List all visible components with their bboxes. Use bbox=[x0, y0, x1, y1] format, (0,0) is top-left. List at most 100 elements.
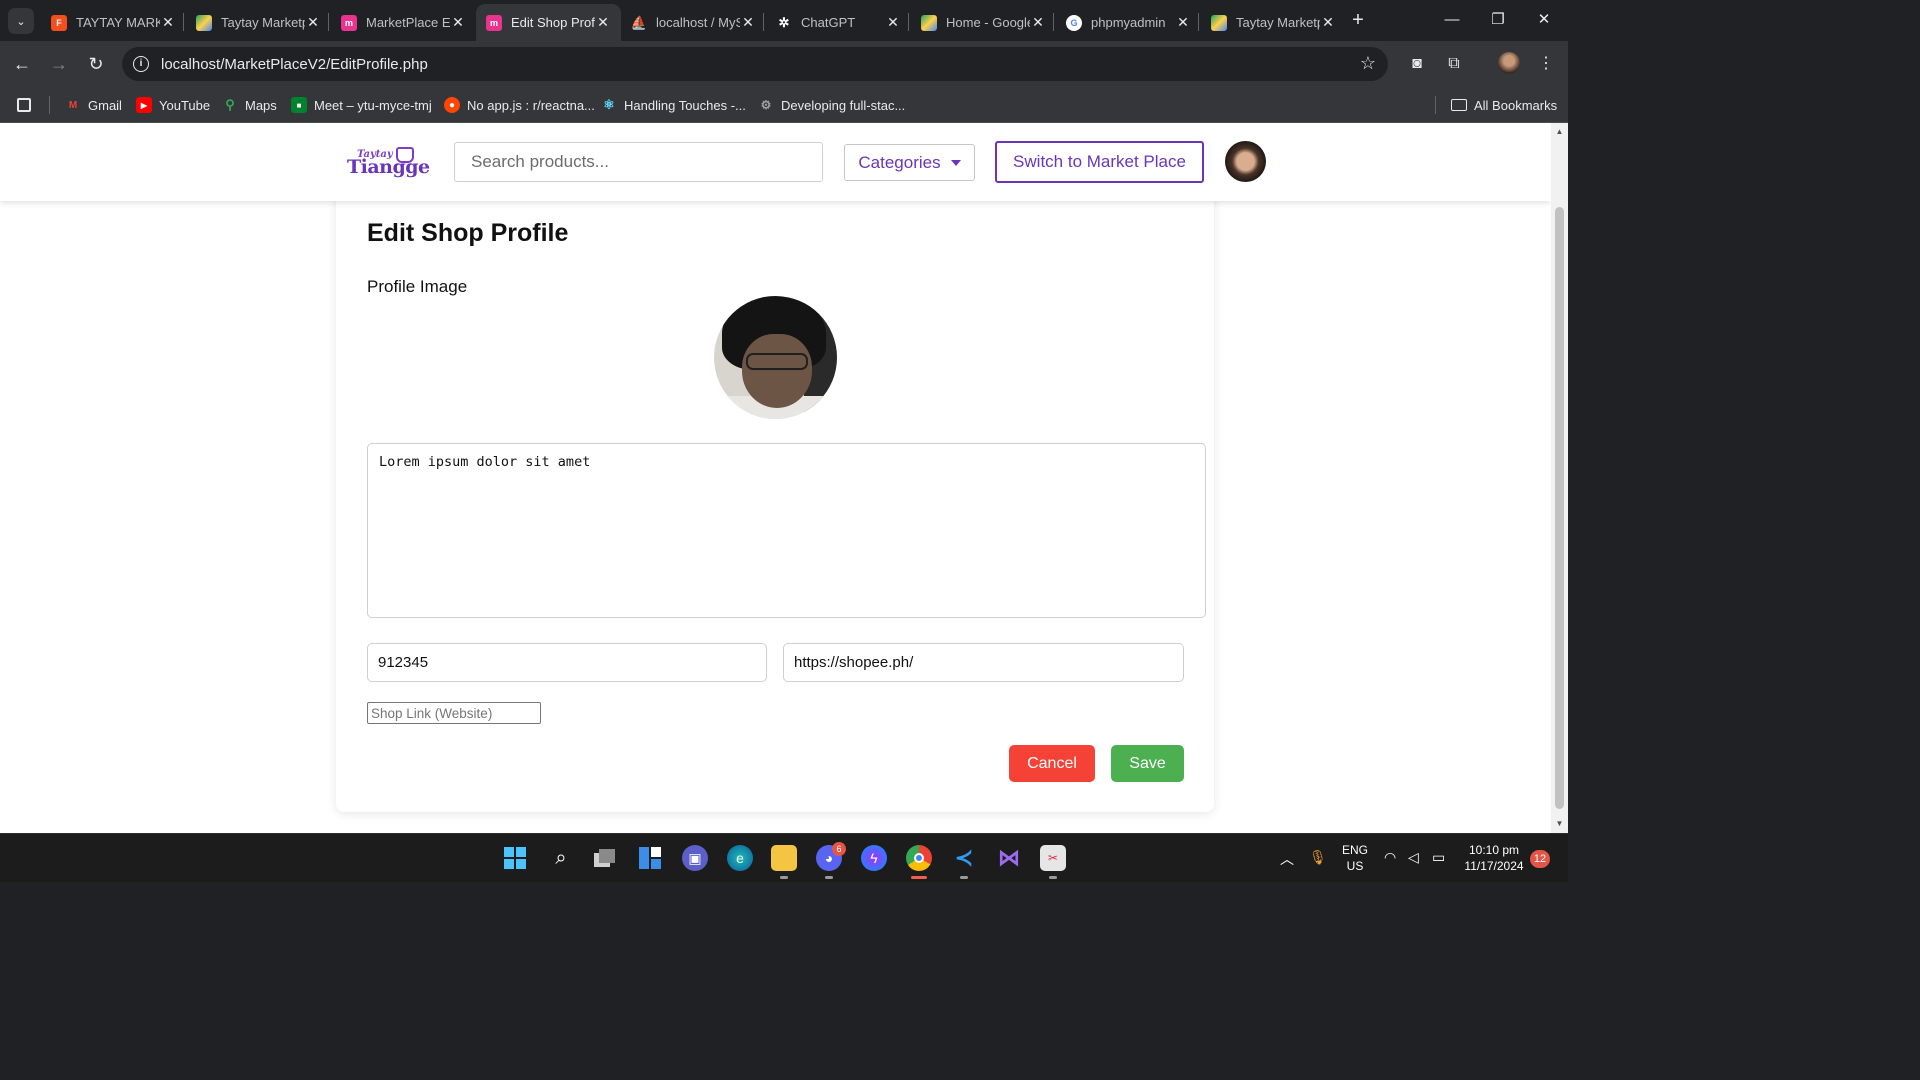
tab-strip: ⌄ F TAYTAY MARKETPLACE ✕ Taytay Marketpl… bbox=[0, 0, 1568, 41]
meet-icon: ■ bbox=[291, 97, 307, 113]
visual-studio-icon[interactable]: ⋈ bbox=[996, 845, 1022, 871]
language-indicator[interactable]: ENG US bbox=[1338, 842, 1372, 874]
bookmark-gmail[interactable]: M Gmail bbox=[65, 95, 122, 115]
bookmark-meet[interactable]: ■ Meet – ytu-myce-tmj bbox=[291, 95, 432, 115]
profile-avatar[interactable] bbox=[1498, 52, 1520, 74]
chrome-icon[interactable] bbox=[906, 845, 932, 871]
bookmark-reddit[interactable]: ● No app.js : r/reactna... bbox=[444, 95, 595, 115]
tab-taytay-marketplace-2[interactable]: Taytay Marketplace ✕ bbox=[1201, 4, 1346, 41]
extensions-icon[interactable]: ⧉ bbox=[1443, 53, 1465, 75]
bookmark-devto[interactable]: ⚙ Developing full-stac... bbox=[758, 95, 906, 115]
close-icon[interactable]: ✕ bbox=[1320, 14, 1336, 31]
glasses bbox=[746, 353, 808, 370]
new-tab-button[interactable]: + bbox=[1348, 10, 1368, 30]
forward-icon[interactable]: → bbox=[47, 52, 71, 76]
snipping-tool-icon[interactable]: ✂ bbox=[1040, 845, 1066, 871]
close-icon[interactable]: ✕ bbox=[450, 14, 466, 31]
address-bar[interactable]: i localhost/MarketPlaceV2/EditProfile.ph… bbox=[122, 47, 1388, 81]
chatgpt-icon: ✲ bbox=[778, 14, 790, 30]
browser-toolbar: ← → ↻ i localhost/MarketPlaceV2/EditProf… bbox=[0, 41, 1568, 87]
screen-capture-icon[interactable]: ◙ bbox=[1406, 53, 1428, 75]
close-icon[interactable]: ✕ bbox=[885, 14, 901, 31]
devto-icon: ⚙ bbox=[760, 98, 772, 112]
page-scrollbar[interactable]: ▲ ▼ bbox=[1551, 123, 1568, 833]
maps-icon: ⚲ bbox=[225, 97, 235, 112]
marketplace-icon: m bbox=[341, 14, 357, 31]
clock[interactable]: 10:10 pm 11/17/2024 bbox=[1458, 842, 1530, 874]
tab-marketplace-edit[interactable]: m MarketPlace Edit ✕ bbox=[331, 4, 476, 41]
tab-search-button[interactable]: ⌄ bbox=[8, 8, 34, 34]
close-icon[interactable]: ✕ bbox=[1175, 14, 1191, 31]
edge-icon[interactable]: e bbox=[727, 845, 753, 871]
file-explorer-icon[interactable] bbox=[771, 845, 797, 871]
tab-chatgpt[interactable]: ✲ ChatGPT ✕ bbox=[766, 4, 911, 41]
save-button[interactable]: Save bbox=[1111, 745, 1184, 782]
youtube-icon: ▶ bbox=[136, 97, 152, 113]
bookmark-star-icon[interactable]: ☆ bbox=[1360, 53, 1376, 74]
minimize-icon[interactable]: — bbox=[1438, 8, 1466, 32]
tab-phpmyadmin[interactable]: G phpmyadmin ✕ bbox=[1056, 4, 1201, 41]
site-info-icon[interactable]: i bbox=[133, 56, 149, 72]
contact-number-field[interactable] bbox=[367, 643, 767, 682]
tab-localhost-mysql[interactable]: ⛵ localhost / MySQL ✕ bbox=[621, 4, 766, 41]
close-window-icon[interactable]: ✕ bbox=[1530, 8, 1558, 32]
url-text[interactable]: localhost/MarketPlaceV2/EditProfile.php bbox=[161, 56, 428, 73]
gmail-icon: M bbox=[68, 99, 78, 111]
tab-home-google-drive[interactable]: Home - Google Drive ✕ bbox=[911, 4, 1056, 41]
profile-image[interactable] bbox=[714, 296, 837, 419]
tab-taytay-marketplace-drive[interactable]: Taytay Marketplace ✕ bbox=[186, 4, 331, 41]
bookmark-youtube[interactable]: ▶ YouTube bbox=[136, 95, 210, 115]
close-icon[interactable]: ✕ bbox=[595, 14, 611, 31]
windows-taskbar: ⌕ ▣ e ◕ 6 ϟ ≺ ⋈ ✂ ︿ 🎙 ENG US ◠ ◁ ▭ 10:10… bbox=[0, 833, 1568, 882]
close-icon[interactable]: ✕ bbox=[305, 14, 321, 31]
tab-edit-shop-profile[interactable]: m Edit Shop Profile ✕ bbox=[476, 4, 621, 41]
shop-url-field[interactable] bbox=[783, 643, 1184, 682]
vscode-icon[interactable]: ≺ bbox=[951, 845, 977, 871]
marketplace-icon: m bbox=[486, 14, 502, 31]
start-icon[interactable] bbox=[502, 845, 528, 871]
profile-image-label: Profile Image bbox=[367, 277, 468, 296]
react-icon: ⚛ bbox=[603, 97, 615, 112]
messenger-icon[interactable]: ϟ bbox=[861, 845, 887, 871]
switch-to-market-place-button[interactable]: Switch to Market Place bbox=[995, 141, 1204, 183]
reload-icon[interactable]: ↻ bbox=[84, 52, 108, 76]
page-viewport: Taytay Tiangge Categories Switch to Mark… bbox=[0, 123, 1551, 833]
drive-icon bbox=[1211, 14, 1227, 31]
teams-icon[interactable]: ▣ bbox=[682, 845, 708, 871]
tab-taytay-marketplace-figma[interactable]: F TAYTAY MARKETPLACE ✕ bbox=[41, 4, 186, 41]
site-header: Taytay Tiangge Categories Switch to Mark… bbox=[0, 123, 1551, 201]
battery-icon[interactable]: ▭ bbox=[1432, 849, 1445, 866]
cancel-button[interactable]: Cancel bbox=[1009, 745, 1095, 782]
phpmyadmin-icon: ⛵ bbox=[630, 14, 648, 30]
wifi-icon[interactable]: ◠ bbox=[1384, 849, 1396, 866]
scroll-down-icon[interactable]: ▼ bbox=[1551, 819, 1568, 828]
shop-link-input[interactable] bbox=[367, 702, 541, 724]
close-icon[interactable]: ✕ bbox=[1030, 14, 1046, 31]
categories-dropdown[interactable]: Categories bbox=[844, 144, 975, 181]
show-hidden-icons[interactable]: ︿ bbox=[1280, 849, 1294, 869]
microphone-icon[interactable]: 🎙 bbox=[1309, 849, 1327, 866]
restore-icon[interactable]: ❐ bbox=[1484, 8, 1512, 32]
user-avatar[interactable] bbox=[1225, 141, 1266, 182]
edit-profile-card: Edit Shop Profile Profile Image Lorem ip… bbox=[336, 185, 1214, 812]
back-icon[interactable]: ← bbox=[10, 52, 34, 76]
caret-down-icon bbox=[950, 159, 961, 166]
bookmark-react[interactable]: ⚛ Handling Touches -... bbox=[601, 95, 746, 115]
close-icon[interactable]: ✕ bbox=[160, 14, 176, 31]
description-textarea[interactable]: Lorem ipsum dolor sit amet bbox=[367, 443, 1206, 618]
task-view-icon[interactable] bbox=[592, 845, 618, 871]
scroll-up-icon[interactable]: ▲ bbox=[1551, 127, 1568, 136]
figma-icon: F bbox=[51, 14, 67, 31]
all-bookmarks[interactable]: All Bookmarks bbox=[1451, 95, 1557, 115]
menu-kebab-icon[interactable]: ⋮ bbox=[1535, 53, 1557, 75]
taytay-tiangge-logo[interactable]: Taytay Tiangge bbox=[347, 147, 430, 179]
search-icon[interactable]: ⌕ bbox=[548, 845, 574, 871]
notification-badge[interactable]: 12 bbox=[1530, 850, 1550, 868]
volume-icon[interactable]: ◁ bbox=[1408, 849, 1419, 866]
apps-grid-icon[interactable] bbox=[17, 95, 38, 115]
search-input[interactable] bbox=[454, 142, 823, 182]
close-icon[interactable]: ✕ bbox=[740, 14, 756, 31]
bookmark-maps[interactable]: ⚲ Maps bbox=[222, 95, 277, 115]
widgets-icon[interactable] bbox=[637, 845, 663, 871]
scrollbar-thumb[interactable] bbox=[1555, 207, 1564, 809]
